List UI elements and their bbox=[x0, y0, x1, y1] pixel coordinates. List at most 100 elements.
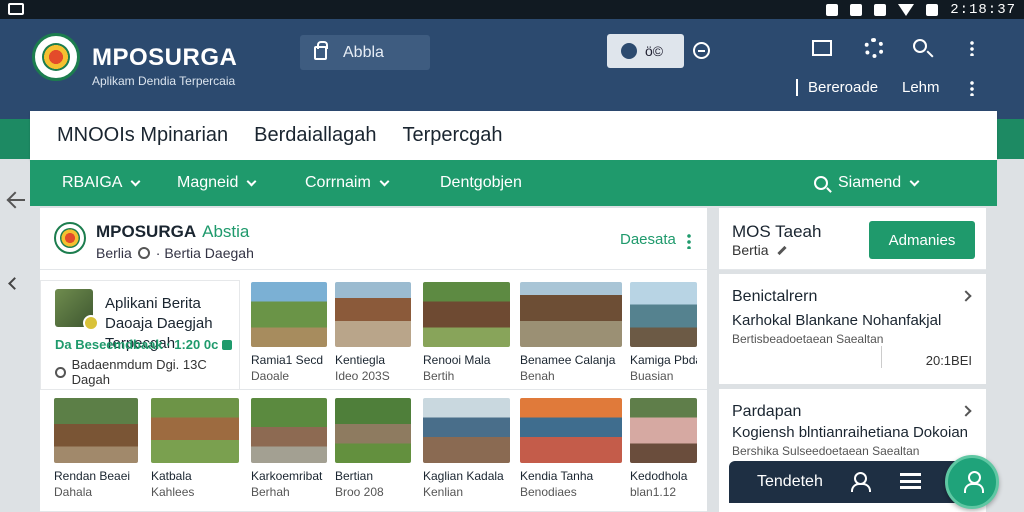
header-search-button[interactable]: Abbla bbox=[300, 35, 430, 70]
header-search-label: Abbla bbox=[343, 43, 384, 61]
clock-icon bbox=[55, 366, 66, 378]
breadcrumb: Berlia · Bertia Daegah bbox=[96, 245, 254, 261]
sidebar-list-heading: Pardapan bbox=[732, 403, 802, 420]
panel-logo bbox=[54, 222, 86, 254]
minus-circle-icon[interactable] bbox=[693, 42, 710, 59]
news-card[interactable]: Kentiegla Ideo 203S bbox=[335, 282, 411, 383]
floating-action-button[interactable] bbox=[945, 455, 999, 509]
sidebar-profile-card: MOS Taeah Bertia Admanies bbox=[719, 208, 986, 270]
sidebar-list-sub: Bertisbeadoetaean Saealtan bbox=[732, 332, 884, 346]
divider bbox=[881, 346, 882, 368]
news-sub: Berhah bbox=[251, 485, 290, 499]
user-icon[interactable] bbox=[850, 472, 871, 492]
section-title-1[interactable]: MNOOIs Mpinarian bbox=[57, 124, 228, 147]
chevron-down-icon bbox=[379, 176, 390, 186]
news-sub: Benodiaes bbox=[520, 485, 577, 499]
chevron-right-icon[interactable] bbox=[960, 405, 972, 417]
sidebar-list-line: Karhokal Blankane Nohanfakjal bbox=[732, 312, 942, 329]
sidebar-list-card[interactable]: Benictalrern Karhokal Blankane Nohanfakj… bbox=[719, 274, 986, 384]
nav-search-button[interactable]: Siamend bbox=[814, 160, 920, 206]
nav-item-2[interactable]: Magneid bbox=[177, 160, 257, 206]
news-panel: MPOSURGA Abstia Berlia · Bertia Daegah Da… bbox=[40, 208, 707, 512]
news-image bbox=[251, 398, 327, 463]
user-icon bbox=[621, 43, 637, 59]
panel-more-icon[interactable] bbox=[687, 233, 691, 249]
news-image bbox=[54, 398, 138, 463]
news-image bbox=[335, 398, 411, 463]
article-meta: Da Beseemdbaak · 1:20 0c bbox=[55, 337, 233, 352]
category-nav: RBAIGA Magneid Corrnaim Dentgobjen Siame… bbox=[30, 160, 997, 206]
news-caption: Kamiga Pbda bbox=[630, 353, 697, 367]
nfc-icon bbox=[826, 3, 839, 16]
gear-icon[interactable] bbox=[864, 38, 884, 58]
news-card[interactable]: Kamiga Pbda Buasian bbox=[630, 282, 697, 383]
news-card[interactable]: Rendan Beaei Dahala bbox=[54, 398, 138, 499]
article-meta-text: Da Beseemdbaak · 1:20 0c bbox=[55, 337, 219, 352]
news-card[interactable]: Benamee Calanja Benah bbox=[520, 282, 622, 383]
breadcrumb-first[interactable]: Berlia bbox=[96, 245, 132, 261]
panel-title-text: MPOSURGA bbox=[96, 222, 197, 241]
bottom-bar-label[interactable]: Tendeteh bbox=[757, 473, 823, 491]
nav-item-4[interactable]: Dentgobjen bbox=[440, 160, 522, 206]
news-sub: Benah bbox=[520, 369, 555, 383]
breadcrumb-second[interactable]: · Bertia Daegah bbox=[156, 245, 254, 261]
pencil-icon[interactable] bbox=[776, 245, 787, 255]
news-sub: Kenlian bbox=[423, 485, 464, 499]
news-card[interactable]: Ramia1 Secd Daoale bbox=[251, 282, 327, 383]
chevron-right-icon[interactable] bbox=[960, 290, 972, 302]
news-card[interactable]: Kaglian Kadala Kenlian bbox=[423, 398, 510, 499]
news-caption: Karkoemribat bbox=[251, 469, 323, 483]
news-sub: Kahlees bbox=[151, 485, 195, 499]
screen-icon[interactable] bbox=[812, 40, 832, 56]
app-logo[interactable] bbox=[32, 33, 80, 81]
nav-item-label: Corrnaim bbox=[305, 174, 371, 191]
news-image bbox=[423, 398, 510, 463]
panel-action-button[interactable]: Daesata bbox=[620, 231, 676, 248]
sidebar-subtitle-text: Bertia bbox=[732, 242, 769, 258]
news-image bbox=[520, 398, 622, 463]
app-title: MPOSURGA bbox=[92, 44, 238, 71]
search-icon[interactable] bbox=[913, 39, 927, 53]
app-subtitle: Aplikam Dendia Terpercaia bbox=[92, 74, 236, 88]
news-caption: Kaglian Kadala bbox=[423, 469, 504, 483]
news-caption: Ramia1 Secd bbox=[251, 353, 324, 367]
news-image bbox=[151, 398, 239, 463]
header-link-second[interactable]: Lehm bbox=[902, 79, 940, 96]
news-caption: Kentiegla bbox=[335, 353, 386, 367]
user-account-button[interactable]: ö© bbox=[607, 34, 684, 68]
nav-item-label: Magneid bbox=[177, 174, 239, 191]
featured-article[interactable]: Aplikani Berita Daoaja Daegjah Terpecgah… bbox=[40, 280, 240, 390]
news-caption: Bertian bbox=[335, 469, 374, 483]
article-source-text: Badaenmdum Dgi. 13C Dagah bbox=[71, 357, 207, 387]
menu-icon[interactable] bbox=[900, 473, 921, 489]
chevron-down-icon bbox=[909, 176, 920, 186]
bottom-action-bar: Tendeteh bbox=[729, 461, 979, 503]
news-card[interactable]: Kedodhola blan1.12 bbox=[630, 398, 697, 499]
section-title-3[interactable]: Terpercgah bbox=[402, 124, 502, 147]
nav-item-3[interactable]: Corrnaim bbox=[305, 160, 390, 206]
header-link-first[interactable]: Bereroade bbox=[796, 79, 878, 96]
news-card[interactable]: Renooi Mala Bertih bbox=[423, 282, 510, 383]
back-arrow-icon[interactable] bbox=[5, 190, 25, 210]
news-caption: Kedodhola bbox=[630, 469, 688, 483]
news-sub: Broo 208 bbox=[335, 485, 384, 499]
lock-icon bbox=[314, 40, 328, 60]
admin-button[interactable]: Admanies bbox=[869, 221, 975, 259]
more-links-icon[interactable] bbox=[970, 80, 974, 96]
news-card[interactable]: Karkoemribat Berhah bbox=[251, 398, 327, 499]
more-options-icon[interactable] bbox=[970, 40, 974, 56]
section-title-2[interactable]: Berdaiallagah bbox=[254, 124, 376, 147]
panel-title: MPOSURGA Abstia bbox=[96, 222, 249, 242]
nav-item-1[interactable]: RBAIGA bbox=[62, 160, 141, 206]
sidebar-title: MOS Taeah bbox=[732, 222, 822, 241]
wifi-icon bbox=[898, 3, 915, 16]
news-sub: Bertih bbox=[423, 369, 455, 383]
news-card[interactable]: Kendia Tanha Benodiaes bbox=[520, 398, 622, 499]
search-icon bbox=[814, 176, 828, 190]
battery-icon bbox=[926, 3, 939, 16]
news-sub: Buasian bbox=[630, 369, 674, 383]
news-card[interactable]: Bertian Broo 208 bbox=[335, 398, 411, 499]
nav-search-label: Siamend bbox=[838, 174, 902, 191]
news-card[interactable]: Katbala Kahlees bbox=[151, 398, 239, 499]
check-icon bbox=[222, 339, 233, 350]
